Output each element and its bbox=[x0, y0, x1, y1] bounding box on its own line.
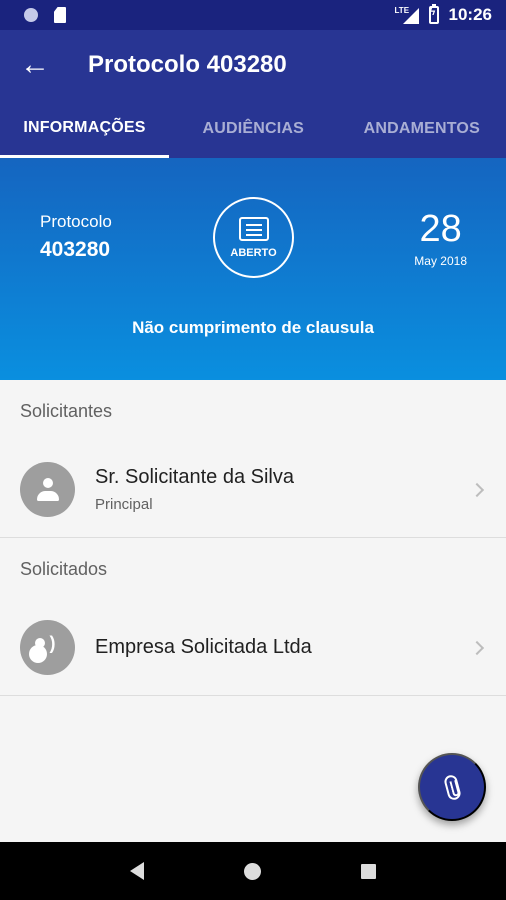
date-day: 28 bbox=[419, 208, 462, 250]
status-label: ABERTO bbox=[230, 246, 277, 259]
tab-audiencias[interactable]: AUDIÊNCIAS bbox=[169, 100, 338, 158]
message-icon bbox=[238, 216, 269, 241]
status-indicator: ABERTO bbox=[213, 197, 294, 278]
attachment-icon bbox=[442, 773, 462, 801]
protocol-number: 403280 bbox=[40, 238, 111, 261]
solicitante-role: Principal bbox=[95, 496, 153, 513]
list-item-solicitado[interactable]: Empresa Solicitada Ltda bbox=[0, 600, 506, 696]
nav-recent-icon[interactable] bbox=[361, 863, 376, 879]
date-month-year: May 2018 bbox=[414, 254, 467, 268]
status-time: 10:26 bbox=[448, 5, 492, 24]
sd-card-icon bbox=[54, 7, 66, 23]
status-bar: LTE 10:26 bbox=[0, 0, 506, 30]
protocol-label: Protocolo bbox=[40, 212, 112, 231]
tab-informacoes[interactable]: INFORMAÇÕES bbox=[0, 100, 169, 158]
chevron-right-icon bbox=[469, 640, 485, 655]
protocol-summary: Protocolo 403280 ABERTO 28 May 2018 Não … bbox=[0, 158, 506, 380]
solicitante-name: Sr. Solicitante da Silva bbox=[95, 466, 294, 488]
circle-status-icon bbox=[24, 8, 38, 22]
avatar bbox=[20, 620, 75, 675]
chevron-right-icon bbox=[469, 482, 485, 497]
tab-bar: INFORMAÇÕES AUDIÊNCIAS ANDAMENTOS bbox=[0, 100, 506, 158]
protocol-subject: Não cumprimento de clausula bbox=[132, 318, 374, 337]
section-solicitados: Solicitados bbox=[20, 558, 108, 579]
protocol-info: Protocolo 403280 bbox=[40, 212, 112, 262]
page-title: Protocolo 403280 bbox=[88, 51, 287, 78]
nav-back-icon[interactable] bbox=[130, 862, 144, 880]
android-navigation-bar bbox=[0, 842, 506, 900]
person-icon bbox=[36, 477, 59, 502]
nav-home-icon[interactable] bbox=[244, 862, 261, 880]
arrow-back-icon[interactable]: ← bbox=[0, 30, 70, 100]
app-bar: ← Protocolo 403280 bbox=[0, 30, 506, 100]
protocol-date: 28 May 2018 bbox=[414, 208, 467, 268]
group-speaking-icon bbox=[33, 633, 63, 660]
list-item-solicitante[interactable]: Sr. Solicitante da Silva Principal bbox=[0, 442, 506, 538]
avatar bbox=[20, 462, 75, 517]
battery-charging-icon bbox=[428, 4, 439, 24]
solicitado-name: Empresa Solicitada Ltda bbox=[95, 636, 312, 658]
lte-signal-icon: LTE bbox=[395, 6, 419, 24]
attachment-button[interactable] bbox=[418, 753, 486, 821]
tab-andamentos[interactable]: ANDAMENTOS bbox=[338, 100, 506, 158]
section-solicitantes: Solicitantes bbox=[20, 400, 113, 421]
